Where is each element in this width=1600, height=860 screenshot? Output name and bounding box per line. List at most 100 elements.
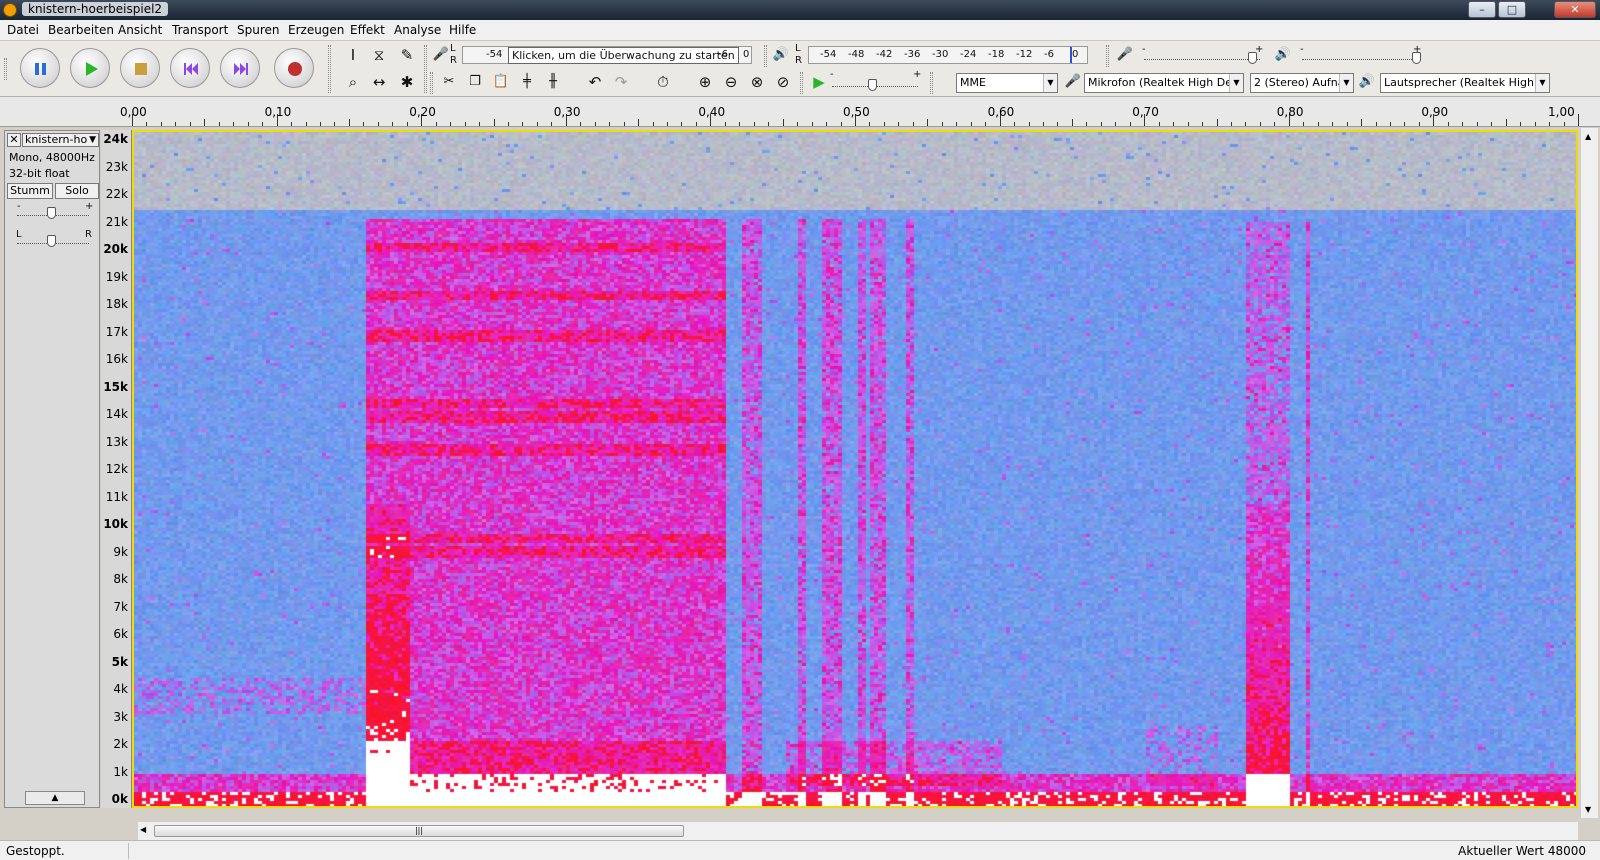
mic-volume-thumb[interactable]: [1248, 52, 1257, 64]
close-button[interactable]: ✕: [1554, 1, 1596, 18]
ruler-tick: [319, 122, 321, 126]
solo-button[interactable]: Solo: [55, 183, 99, 199]
menu-transport[interactable]: Transport: [172, 23, 228, 37]
silence-icon[interactable]: ╫: [542, 71, 564, 93]
menu-ansicht[interactable]: Ansicht: [118, 23, 162, 37]
scroll-up-icon[interactable]: ▲: [1585, 132, 1591, 141]
ruler-tick: [826, 122, 828, 126]
horizontal-scrollbar[interactable]: ◀ |||: [138, 822, 1578, 840]
horizontal-scroll-thumb[interactable]: |||: [154, 825, 684, 837]
speaker-volume-thumb[interactable]: [1412, 52, 1421, 64]
menu-erzeugen[interactable]: Erzeugen: [288, 23, 344, 37]
redo-icon[interactable]: ↷: [610, 71, 632, 93]
menu-analyse[interactable]: Analyse: [394, 23, 441, 37]
copy-icon[interactable]: ❐: [464, 71, 486, 93]
ruler-tick: [1071, 119, 1073, 126]
skip-start-button[interactable]: [170, 48, 210, 88]
ruler-tick: [898, 122, 900, 126]
play-speed-thumb[interactable]: [868, 79, 877, 91]
menu-bearbeiten[interactable]: Bearbeiten: [48, 23, 114, 37]
pause-button[interactable]: [20, 48, 60, 88]
ruler-label: 0,30: [553, 105, 581, 119]
selection-tool-icon[interactable]: I: [342, 44, 364, 66]
ruler-tick: [1447, 122, 1449, 126]
toolbar-grip[interactable]: [1106, 45, 1109, 67]
play-button[interactable]: [70, 48, 110, 88]
vertical-scrollbar[interactable]: ▲ ▼: [1580, 128, 1598, 818]
ruler-tick: [493, 119, 495, 126]
toolbar-grip[interactable]: [424, 45, 427, 93]
toolbar-grip[interactable]: [4, 58, 7, 80]
stop-button[interactable]: [120, 48, 160, 88]
toolbar-grip[interactable]: [800, 72, 803, 94]
paste-icon[interactable]: 📋: [490, 71, 512, 93]
playback-scale-label: -6: [1044, 49, 1054, 60]
frequency-label: 18k: [105, 297, 128, 311]
zoom-tool-icon[interactable]: ⌕: [342, 71, 364, 93]
menu-effekt[interactable]: Effekt: [350, 23, 385, 37]
track-name-menu[interactable]: knistern-ho ▼: [22, 133, 99, 147]
stop-icon: [135, 63, 147, 75]
ruler-tick: [1317, 122, 1319, 126]
frequency-label: 0k: [111, 792, 128, 806]
mute-button[interactable]: Stumm: [7, 183, 53, 199]
record-button[interactable]: [274, 48, 314, 88]
ruler-tick: [1057, 122, 1059, 126]
timeshift-tool-icon[interactable]: ↔: [368, 71, 390, 93]
track-collapse-button[interactable]: ▲: [25, 791, 85, 805]
chevron-down-icon: ▼: [89, 135, 96, 145]
menu-hilfe[interactable]: Hilfe: [449, 23, 476, 37]
ruler-tick: [363, 122, 365, 126]
scroll-left-icon[interactable]: ◀: [140, 825, 146, 834]
ruler-tick: [189, 122, 191, 126]
fit-project-icon[interactable]: ⊘: [772, 71, 794, 93]
multi-tool-icon[interactable]: ✱: [396, 71, 418, 93]
spectrogram-canvas[interactable]: [134, 132, 1576, 806]
ruler-tick: [912, 122, 914, 126]
sync-lock-icon[interactable]: ⏱: [652, 71, 674, 93]
trim-icon[interactable]: ╪: [516, 71, 538, 93]
menu-bar: Datei Bearbeiten Ansicht Transport Spure…: [0, 20, 1600, 41]
menu-datei[interactable]: Datei: [7, 23, 39, 37]
toolbar-grip[interactable]: [930, 72, 933, 94]
audio-host-value: MME: [960, 76, 986, 89]
draw-tool-icon[interactable]: ✎: [396, 44, 418, 66]
ruler-tick: [1158, 122, 1160, 126]
ruler-tick: [392, 122, 394, 126]
ruler-tick: [1216, 119, 1218, 126]
recording-channels-select[interactable]: 2 (Stereo) Aufnał ▼: [1250, 73, 1354, 93]
play-at-speed-icon[interactable]: ▶: [808, 71, 830, 93]
maximize-button[interactable]: □: [1498, 1, 1526, 18]
spectrogram-view[interactable]: [132, 130, 1578, 808]
speaker-volume-slider[interactable]: [1302, 59, 1418, 61]
undo-icon[interactable]: ↶: [584, 71, 606, 93]
audio-host-select[interactable]: MME ▼: [956, 73, 1058, 93]
track-close-button[interactable]: ✕: [7, 133, 21, 147]
menu-spuren[interactable]: Spuren: [237, 23, 280, 37]
ruler-tick: [1520, 122, 1522, 126]
envelope-tool-icon[interactable]: ⧖: [368, 44, 390, 66]
speaker-meter-icon[interactable]: 🔊: [770, 44, 792, 66]
zoom-in-icon[interactable]: ⊕: [694, 71, 716, 93]
ruler-tick: [840, 122, 842, 126]
timeline-ruler[interactable]: 0,00 0,10 0,20 0,30 0,40 0,50 0,60 0,70 0,80 0,90…: [0, 97, 1600, 127]
skip-end-button[interactable]: [220, 48, 260, 88]
pan-thumb[interactable]: [47, 235, 56, 247]
playback-device-select[interactable]: Lautsprecher (Realtek High De ▼: [1380, 73, 1550, 93]
scroll-down-icon[interactable]: ▼: [1585, 805, 1591, 814]
toolbar-grip[interactable]: [328, 45, 331, 93]
ruler-tick: [1115, 122, 1117, 126]
recording-channels-value: 2 (Stereo) Aufnał: [1254, 76, 1348, 89]
cut-icon[interactable]: ✂: [438, 71, 460, 93]
gain-thumb[interactable]: [47, 207, 56, 219]
fit-selection-icon[interactable]: ⊗: [746, 71, 768, 93]
minimize-button[interactable]: –: [1468, 1, 1496, 18]
microphone-meter-icon[interactable]: 🎤: [430, 44, 452, 66]
ruler-tick: [1332, 122, 1334, 126]
zoom-out-icon[interactable]: ⊖: [720, 71, 742, 93]
frequency-label: 11k: [105, 489, 128, 504]
recording-device-select[interactable]: Mikrofon (Realtek High Definit ▼: [1084, 73, 1244, 93]
toolbar-grip[interactable]: [430, 72, 433, 94]
toolbar-grip[interactable]: [764, 45, 767, 67]
mic-volume-slider[interactable]: [1144, 59, 1260, 61]
